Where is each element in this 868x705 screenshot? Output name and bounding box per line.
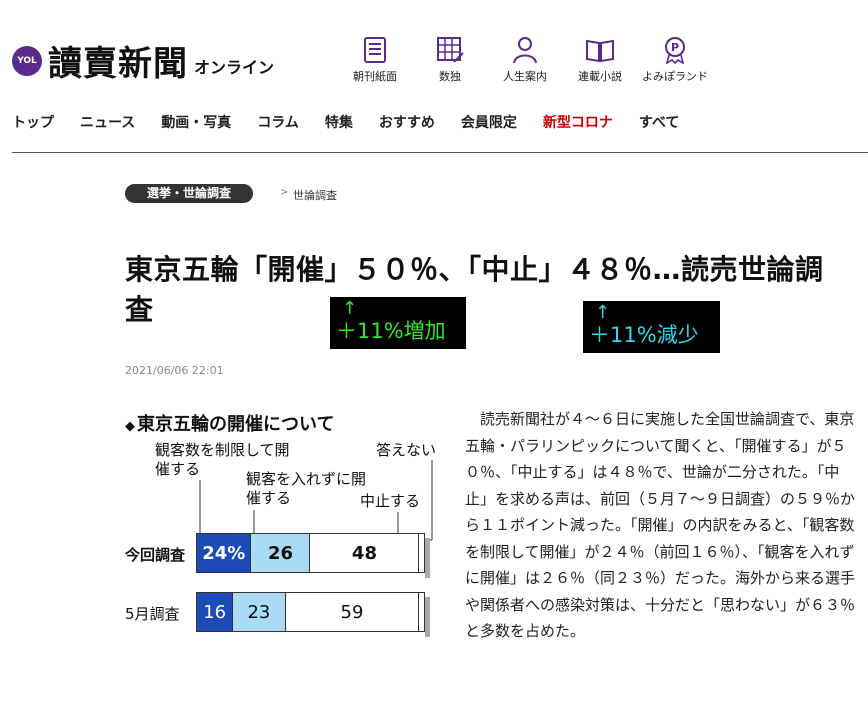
bar-segment-4 bbox=[419, 534, 424, 572]
bar-segment-2: 26 bbox=[251, 534, 311, 572]
bar-segment-1: 24% bbox=[197, 534, 252, 572]
bar-segment-3: 48 bbox=[310, 534, 420, 572]
bar-segment-3: 59 bbox=[285, 593, 420, 631]
bar-may: 16 23 59 bbox=[196, 592, 425, 632]
bar-shadow bbox=[425, 597, 430, 637]
bar-current: 24% 26 48 bbox=[196, 533, 425, 573]
row-label-current: 今回調査 bbox=[125, 546, 186, 564]
bar-segment-4 bbox=[419, 593, 424, 631]
bar-segment-2: 23 bbox=[233, 593, 286, 631]
article-body: 読売新聞社が４～６日に実施した全国世論調査で、東京五輪・パラリンピックについて聞… bbox=[465, 410, 856, 640]
bar-shadow bbox=[425, 538, 430, 578]
bar-segment-1: 16 bbox=[197, 593, 234, 631]
row-label-may: 5月調査 bbox=[125, 605, 180, 623]
